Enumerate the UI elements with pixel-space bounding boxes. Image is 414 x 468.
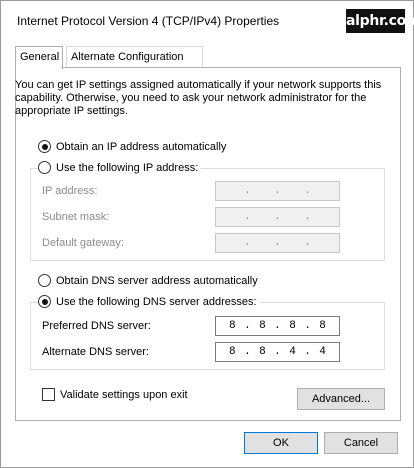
octet-separator: .: [244, 320, 251, 332]
radio-unselected-icon: [38, 161, 51, 174]
octet-separator: .: [304, 320, 311, 332]
use-following-dns-label: Use the following DNS server addresses:: [56, 295, 257, 308]
obtain-dns-automatically-radio[interactable]: Obtain DNS server address automatically: [38, 274, 261, 287]
ip-address-label: IP address:: [42, 185, 98, 197]
tab-alternate-configuration[interactable]: Alternate Configuration: [66, 46, 203, 68]
octet-3: 8: [289, 320, 296, 332]
obtain-ip-automatically-label: Obtain an IP address automatically: [56, 140, 227, 153]
octet-separator: .: [304, 346, 311, 358]
use-following-dns-radio[interactable]: Use the following DNS server addresses:: [38, 295, 260, 308]
octet-separator: .: [304, 237, 311, 249]
octet-separator: .: [274, 346, 281, 358]
radio-selected-icon: [38, 140, 51, 153]
octet-separator: .: [244, 346, 251, 358]
checkbox-unchecked-icon: [42, 388, 55, 401]
octet-separator: .: [304, 185, 311, 197]
radio-selected-icon: [38, 295, 51, 308]
obtain-ip-automatically-radio[interactable]: Obtain an IP address automatically: [38, 140, 230, 153]
octet-separator: .: [244, 211, 251, 223]
subnet-mask-label: Subnet mask:: [42, 211, 110, 223]
cancel-button[interactable]: Cancel: [324, 432, 398, 454]
ip-address-input[interactable]: . . .: [215, 181, 340, 201]
title-bar[interactable]: Internet Protocol Version 4 (TCP/IPv4) P…: [1, 1, 414, 39]
octet-separator: .: [304, 211, 311, 223]
use-following-ip-label: Use the following IP address:: [56, 161, 199, 174]
alternate-dns-label: Alternate DNS server:: [42, 346, 149, 358]
octet-1: 8: [229, 346, 236, 358]
validate-settings-checkbox[interactable]: Validate settings upon exit: [42, 388, 188, 401]
ok-button[interactable]: OK: [244, 432, 318, 454]
octet-3: 4: [289, 346, 296, 358]
octet-2: 8: [259, 320, 266, 332]
octet-separator: .: [244, 185, 251, 197]
alphr-logo: alphr.com: [346, 9, 414, 33]
octet-separator: .: [274, 211, 281, 223]
preferred-dns-input[interactable]: 8 . 8 . 8 . 8: [215, 316, 340, 336]
octet-2: 8: [259, 346, 266, 358]
octet-separator: .: [274, 320, 281, 332]
octet-4: 4: [319, 346, 326, 358]
tab-general[interactable]: General: [15, 46, 63, 69]
alternate-dns-input[interactable]: 8 . 8 . 4 . 4: [215, 342, 340, 362]
default-gateway-input[interactable]: . . .: [215, 233, 340, 253]
use-following-ip-radio[interactable]: Use the following IP address:: [38, 161, 202, 174]
validate-settings-label: Validate settings upon exit: [60, 388, 188, 401]
preferred-dns-label: Preferred DNS server:: [42, 320, 151, 332]
advanced-button[interactable]: Advanced...: [297, 388, 385, 410]
octet-separator: .: [274, 237, 281, 249]
default-gateway-label: Default gateway:: [42, 237, 124, 249]
subnet-mask-input[interactable]: . . .: [215, 207, 340, 227]
octet-1: 8: [229, 320, 236, 332]
octet-4: 8: [319, 320, 326, 332]
octet-separator: .: [274, 185, 281, 197]
description-text: You can get IP settings assigned automat…: [15, 79, 382, 117]
octet-separator: .: [244, 237, 251, 249]
properties-dialog: Internet Protocol Version 4 (TCP/IPv4) P…: [0, 0, 414, 468]
obtain-dns-automatically-label: Obtain DNS server address automatically: [56, 274, 258, 287]
window-title: Internet Protocol Version 4 (TCP/IPv4) P…: [17, 14, 280, 28]
radio-unselected-icon: [38, 274, 51, 287]
